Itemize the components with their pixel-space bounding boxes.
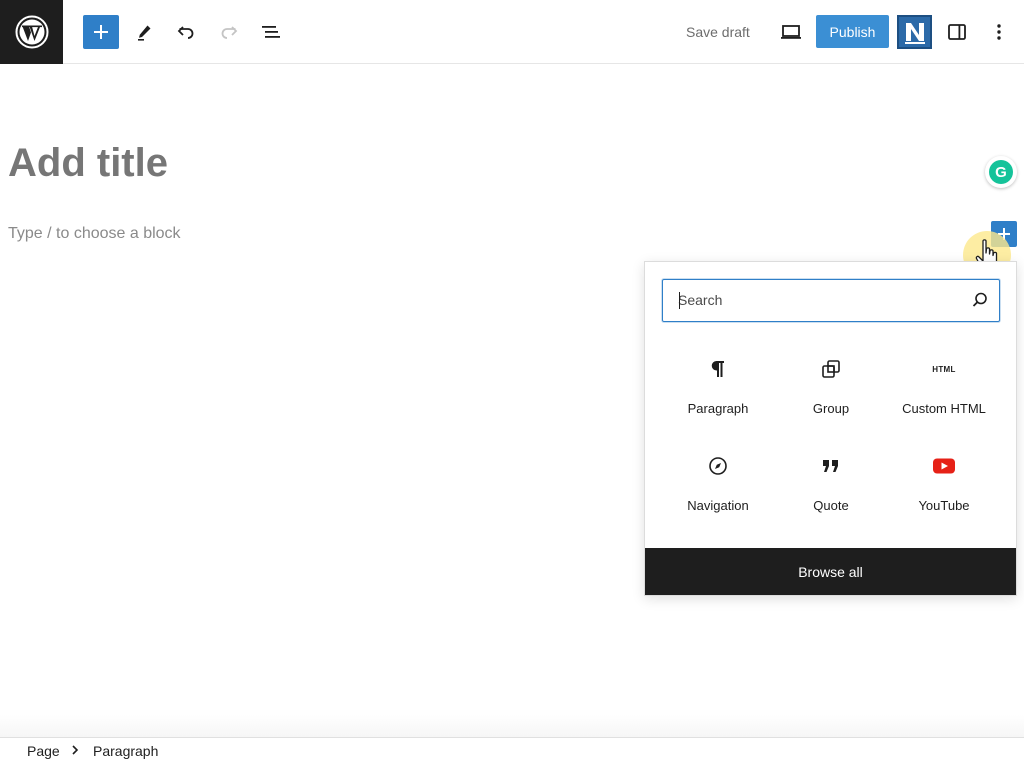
chevron-right-icon bbox=[72, 745, 79, 755]
sidebar-icon bbox=[948, 24, 966, 40]
n-logo-icon bbox=[904, 23, 925, 44]
laptop-icon bbox=[781, 25, 801, 39]
save-draft-button[interactable]: Save draft bbox=[676, 14, 760, 50]
quick-inserter-popover: Paragraph Group HTML Custom HTML bbox=[644, 261, 1017, 596]
wordpress-icon bbox=[15, 15, 48, 49]
block-quote[interactable]: Quote bbox=[775, 454, 887, 534]
breadcrumb-item-page[interactable]: Page bbox=[27, 743, 60, 759]
navigation-icon bbox=[662, 454, 774, 478]
block-breadcrumb: Page Paragraph bbox=[0, 737, 1024, 759]
paragraph-icon bbox=[662, 357, 774, 381]
publish-button[interactable]: Publish bbox=[816, 15, 889, 48]
footer-fade bbox=[0, 715, 1024, 737]
block-label: Navigation bbox=[687, 498, 749, 513]
editor-toolbar: Save draft Publish bbox=[0, 0, 1024, 64]
breadcrumb-item-paragraph[interactable]: Paragraph bbox=[93, 743, 158, 759]
post-title[interactable]: Add title bbox=[8, 141, 168, 186]
block-youtube[interactable]: YouTube bbox=[888, 454, 1000, 534]
text-caret bbox=[679, 292, 680, 309]
block-navigation[interactable]: Navigation bbox=[662, 454, 774, 534]
html-icon: HTML bbox=[888, 357, 1000, 381]
quote-icon bbox=[775, 454, 887, 478]
settings-sidebar-button[interactable] bbox=[939, 14, 975, 50]
block-label: Custom HTML bbox=[902, 401, 986, 416]
tools-button[interactable] bbox=[126, 14, 162, 50]
redo-icon bbox=[221, 26, 238, 39]
group-icon bbox=[775, 357, 887, 381]
block-label: Paragraph bbox=[687, 401, 749, 416]
pencil-icon bbox=[138, 25, 151, 41]
redo-button[interactable] bbox=[211, 14, 247, 50]
block-group[interactable]: Group bbox=[775, 357, 887, 437]
inserter-search-box[interactable] bbox=[662, 279, 1000, 322]
wordpress-logo-button[interactable] bbox=[0, 0, 63, 64]
undo-icon bbox=[177, 26, 194, 39]
plugin-n-button[interactable] bbox=[897, 15, 932, 49]
grammarly-icon: G bbox=[989, 160, 1013, 184]
undo-button[interactable] bbox=[168, 14, 204, 50]
block-paragraph[interactable]: Paragraph bbox=[662, 357, 774, 437]
browse-all-button[interactable]: Browse all bbox=[645, 548, 1016, 595]
list-view-icon bbox=[262, 26, 280, 38]
block-label: Quote bbox=[813, 498, 849, 513]
youtube-icon bbox=[888, 454, 1000, 478]
block-inserter-toggle[interactable] bbox=[83, 15, 119, 49]
block-label: YouTube bbox=[918, 498, 970, 513]
preview-button[interactable] bbox=[773, 14, 809, 50]
block-label: Group bbox=[812, 401, 850, 416]
inserter-search-input[interactable] bbox=[678, 280, 958, 320]
html-icon-text: HTML bbox=[932, 364, 956, 374]
plus-icon bbox=[94, 25, 108, 39]
grammarly-button[interactable]: G bbox=[985, 156, 1017, 188]
more-vertical-icon bbox=[997, 24, 1001, 40]
document-overview-button[interactable] bbox=[253, 14, 289, 50]
search-icon bbox=[972, 292, 987, 307]
options-menu-button[interactable] bbox=[981, 14, 1017, 50]
block-custom-html[interactable]: HTML Custom HTML bbox=[888, 357, 1000, 437]
block-appender-prompt[interactable]: Type / to choose a block bbox=[8, 225, 181, 243]
